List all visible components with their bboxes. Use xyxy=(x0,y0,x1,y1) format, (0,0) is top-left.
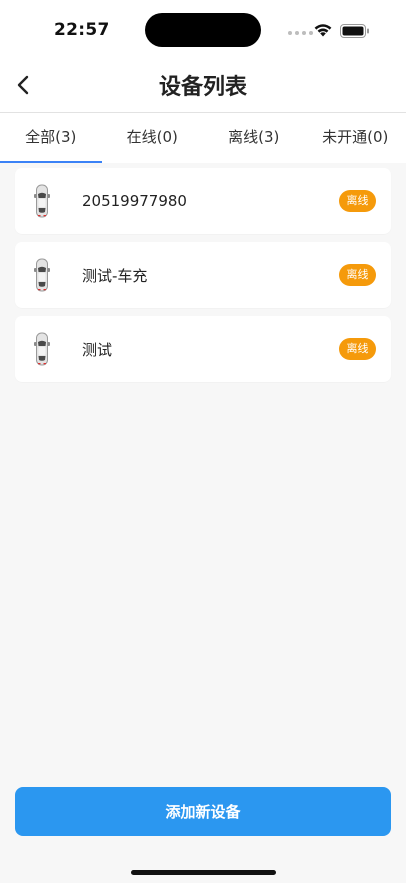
status-badge: 离线 xyxy=(339,190,376,212)
car-icon xyxy=(34,258,50,292)
home-indicator xyxy=(131,870,276,875)
device-card[interactable]: 测试 离线 xyxy=(15,316,391,382)
signal-dots-icon xyxy=(288,31,313,35)
tab-offline[interactable]: 离线(3) xyxy=(203,113,305,163)
device-name: 20519977980 xyxy=(82,192,187,210)
car-icon xyxy=(34,184,50,218)
status-time: 22:57 xyxy=(54,20,110,40)
car-icon xyxy=(34,332,50,366)
device-name: 测试-车充 xyxy=(82,266,148,285)
tab-not-activated[interactable]: 未开通(0) xyxy=(305,113,406,163)
status-badge: 离线 xyxy=(339,264,376,286)
device-name: 测试 xyxy=(82,340,113,359)
status-badge: 离线 xyxy=(339,338,376,360)
add-device-button[interactable]: 添加新设备 xyxy=(15,787,391,836)
device-card[interactable]: 20519977980 离线 xyxy=(15,168,391,234)
nav-bar: 设备列表 xyxy=(0,58,406,113)
filter-tabs: 全部(3) 在线(0) 离线(3) 未开通(0) xyxy=(0,113,406,163)
battery-icon xyxy=(340,24,369,38)
page-title: 设备列表 xyxy=(158,75,247,100)
wifi-icon xyxy=(314,24,332,37)
dynamic-island xyxy=(145,13,261,47)
tab-all[interactable]: 全部(3) xyxy=(0,113,102,163)
device-list: 20519977980 离线 测试-车充 离线 测试 离线 xyxy=(15,168,391,390)
device-card[interactable]: 测试-车充 离线 xyxy=(15,242,391,308)
tab-online[interactable]: 在线(0) xyxy=(102,113,204,163)
status-bar: 22:57 xyxy=(0,0,406,58)
